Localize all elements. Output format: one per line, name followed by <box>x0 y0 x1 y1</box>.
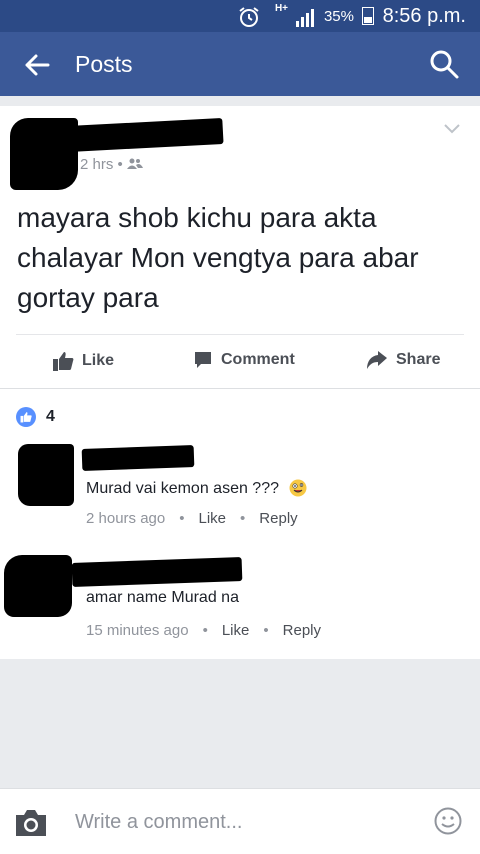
comment-label: Comment <box>221 351 295 368</box>
like-label: Like <box>82 352 115 369</box>
redacted-commenter-avatar[interactable] <box>18 444 74 506</box>
post-meta: 2 hrs • <box>80 156 143 173</box>
comment-time: 2 hours ago <box>86 510 166 527</box>
share-button[interactable]: Share <box>366 350 440 370</box>
search-icon[interactable] <box>428 48 460 80</box>
divider <box>16 334 464 335</box>
comment-bubble-icon <box>195 352 211 368</box>
post-time[interactable]: 2 hrs <box>80 156 113 173</box>
app-bar: Posts <box>0 32 480 96</box>
page-title: Posts <box>75 51 133 77</box>
camera-icon[interactable] <box>14 809 48 837</box>
comment-input[interactable]: Write a comment... <box>75 811 242 834</box>
clock: 8:56 p.m. <box>382 5 466 27</box>
back-arrow-icon[interactable] <box>22 50 52 80</box>
comment-composer: Write a comment... <box>0 788 480 854</box>
alarm-icon <box>239 7 259 27</box>
comment-time: 15 minutes ago <box>86 622 189 639</box>
comment-text: Murad vai kemon asen ??? <box>86 479 307 498</box>
thumbs-up-icon <box>53 352 74 371</box>
comment-reply-link[interactable]: Reply <box>283 622 321 639</box>
comment-meta: 15 minutes ago • Like • Reply <box>86 622 321 639</box>
battery-percent: 35% <box>323 8 354 25</box>
comment-like-link[interactable]: Like <box>222 622 250 639</box>
reaction-count: 4 <box>46 408 55 425</box>
comment-like-link[interactable]: Like <box>199 510 227 527</box>
comment-reply-link[interactable]: Reply <box>259 510 297 527</box>
crazy-face-emoji-icon <box>289 479 307 497</box>
share-arrow-icon <box>367 351 387 369</box>
comment-button[interactable]: Comment <box>193 350 295 370</box>
chevron-down-icon[interactable] <box>444 124 460 134</box>
redacted-commenter-avatar[interactable] <box>4 555 72 617</box>
like-reaction-icon <box>16 407 36 427</box>
like-button[interactable]: Like <box>52 350 114 372</box>
redacted-commenter-name[interactable] <box>71 557 243 587</box>
redacted-author-name[interactable] <box>67 117 224 153</box>
redacted-commenter-name[interactable] <box>81 445 195 471</box>
emoji-icon[interactable] <box>434 807 462 835</box>
post-text: mayara shob kichu para akta chalayar Mon… <box>17 202 419 313</box>
post-card: 2 hrs • mayara shob kichu para akta chal… <box>0 106 480 388</box>
battery-icon <box>362 7 374 25</box>
comments-section: 4 Murad vai kemon asen ??? 2 hours ago •… <box>0 388 480 659</box>
comment-text: amar name Murad na <box>86 589 239 606</box>
signal-icon <box>296 9 314 27</box>
status-bar: H+ 35% 8:56 p.m. <box>0 0 480 32</box>
network-type: H+ <box>274 3 288 14</box>
share-label: Share <box>396 351 441 368</box>
friends-icon <box>126 158 143 169</box>
comment-meta: 2 hours ago • Like • Reply <box>86 510 298 527</box>
post-actions: Like Comment Share <box>0 336 480 388</box>
reaction-summary[interactable]: 4 <box>16 407 55 427</box>
